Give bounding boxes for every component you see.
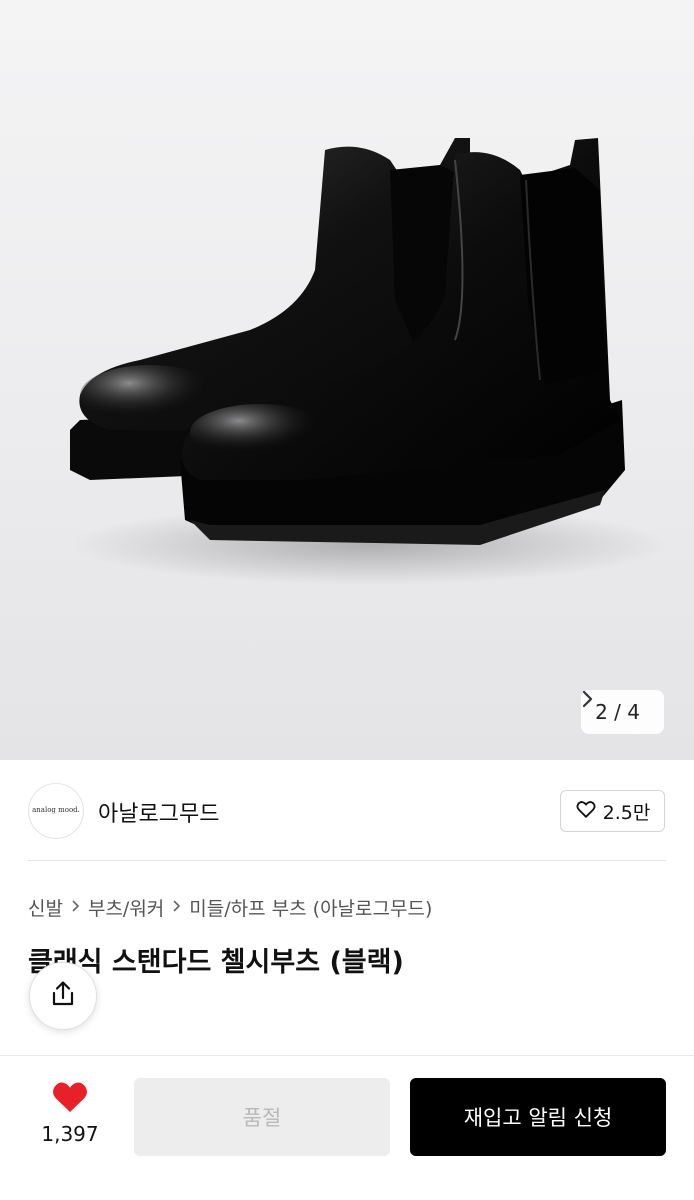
chevron-right-icon (172, 898, 181, 918)
share-icon (48, 979, 78, 1013)
brand-row: analog mood. 아날로그무드 2.5만 (0, 760, 694, 860)
divider (28, 860, 666, 861)
share-button[interactable] (29, 962, 97, 1030)
pager-current: 2 (595, 700, 608, 724)
brand-like-button[interactable]: 2.5만 (560, 790, 665, 832)
breadcrumb-item-half-boots[interactable]: 미들/하프 부츠 (아날로그무드) (189, 894, 432, 921)
breadcrumb: 신발 부츠/워커 미들/하프 부츠 (아날로그무드) (28, 894, 432, 921)
soldout-button: 품절 (134, 1078, 390, 1156)
heart-outline-icon (575, 798, 597, 825)
pager-total: 4 (627, 700, 640, 724)
brand-name[interactable]: 아날로그무드 (98, 796, 219, 828)
brand-logo-text: analog mood. (32, 806, 80, 815)
heart-filled-icon (30, 1080, 110, 1114)
brand-like-count: 2.5만 (602, 801, 651, 824)
product-photo (70, 138, 670, 585)
brand-logo[interactable]: analog mood. (28, 783, 84, 839)
pager-separator: / (614, 700, 621, 724)
wishlist-count: 1,397 (41, 1122, 99, 1146)
breadcrumb-item-shoes[interactable]: 신발 (28, 894, 63, 921)
product-image-gallery[interactable]: 2 / 4 (0, 0, 694, 760)
chevron-right-icon (71, 898, 80, 918)
wishlist-button[interactable]: 1,397 (30, 1080, 110, 1146)
breadcrumb-item-boots[interactable]: 부츠/워커 (88, 894, 164, 921)
image-pager[interactable]: 2 / 4 (581, 690, 664, 734)
bottom-action-bar: 1,397 품절 재입고 알림 신청 (0, 1055, 694, 1200)
restock-alert-button[interactable]: 재입고 알림 신청 (410, 1078, 666, 1156)
pager-text: 2 / 4 (595, 700, 640, 724)
